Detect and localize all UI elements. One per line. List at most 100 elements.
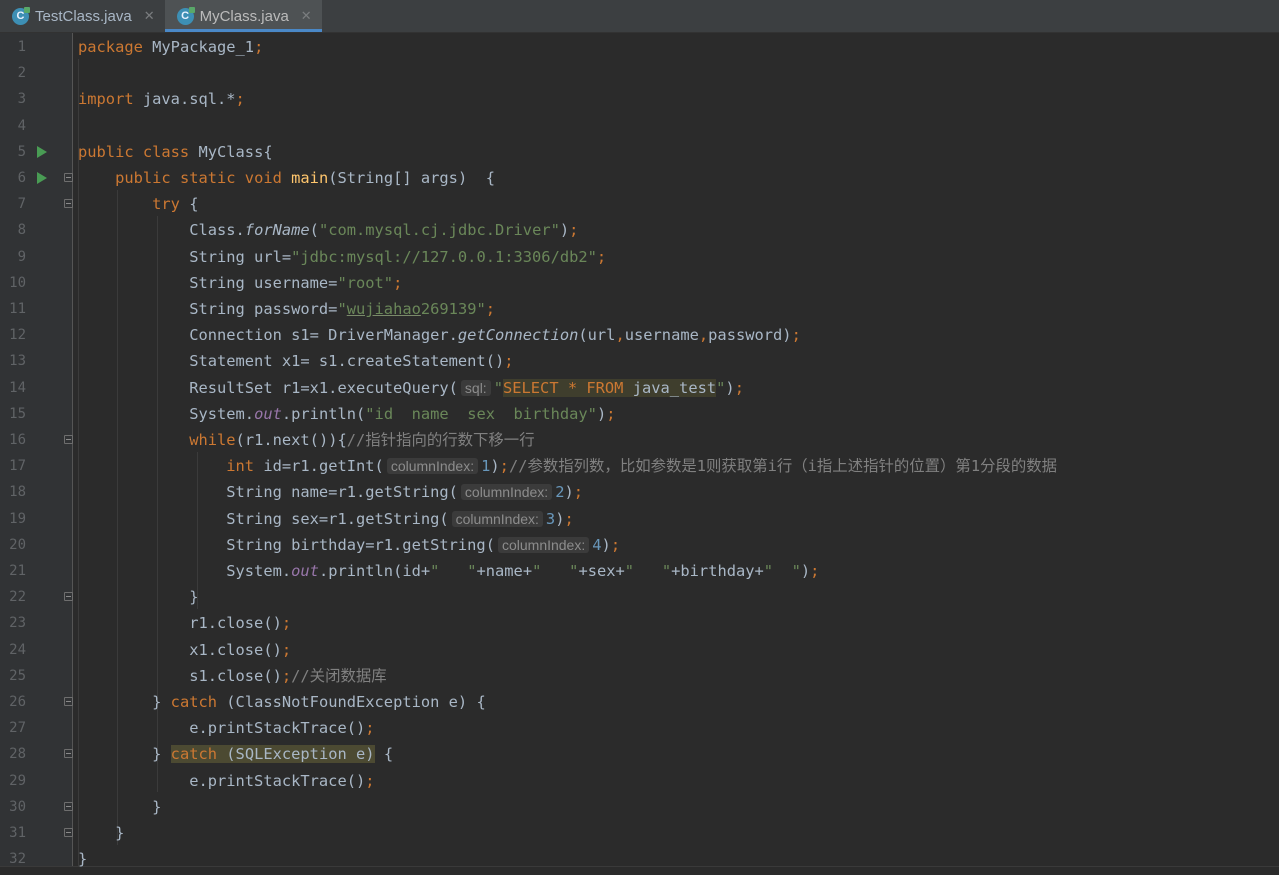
code-line: 26 } catch (ClassNotFoundException e) { <box>0 689 1279 715</box>
code-token: " " <box>532 562 579 580</box>
code-token: catch <box>170 693 227 711</box>
fold-toggle-icon[interactable] <box>64 749 73 759</box>
code-text: } catch (ClassNotFoundException e) { <box>78 689 486 715</box>
code-token: ; <box>281 640 292 659</box>
code-token: } <box>78 850 88 869</box>
code-line: 9 String url="jdbc:mysql://127.0.0.1:330… <box>0 244 1279 270</box>
code-text: while(r1.next()){//指针指向的行数下移一行 <box>78 427 534 453</box>
code-token: x1.close() <box>78 640 282 659</box>
fold-toggle-icon[interactable] <box>64 199 73 209</box>
code-line: 18 String name=r1.getString(columnIndex:… <box>0 479 1279 505</box>
code-token: java_test <box>632 378 717 397</box>
code-text: x1.close(); <box>78 637 291 663</box>
code-token: wujiahao <box>346 300 421 318</box>
code-token: .println( <box>281 404 366 423</box>
code-token: //参数指列数，比如参数是1则获取第i行（i指上述指针的位置）第1分段的数据 <box>508 457 1058 476</box>
code-token: e.printStackTrace() <box>78 719 366 738</box>
tab-myclass-java[interactable]: C MyClass.java ✕ <box>164 0 322 32</box>
line-number: 28 <box>9 746 26 763</box>
line-number: 4 <box>17 117 26 134</box>
line-number: 21 <box>9 563 26 579</box>
code-line: 4 <box>0 113 1279 139</box>
code-token: } <box>78 588 199 607</box>
code-line: 15 System.out.println("id name sex birth… <box>0 401 1279 427</box>
code-token: String birthday=r1.getString( <box>78 535 495 554</box>
code-token: (url <box>578 326 616 345</box>
code-token: ResultSet r1=x1.executeQuery( <box>78 378 458 397</box>
code-token: 1 <box>481 457 491 476</box>
run-icon[interactable] <box>37 145 47 158</box>
code-line: 6 public static void main(String[] args)… <box>0 165 1279 191</box>
fold-toggle-icon[interactable] <box>64 173 73 182</box>
fold-toggle-icon[interactable] <box>64 801 73 811</box>
tab-label: MyClass.java <box>199 7 289 25</box>
code-text: Class.forName("com.mysql.cj.jdbc.Driver"… <box>78 217 578 243</box>
code-token: } <box>78 797 162 816</box>
code-token: ; <box>485 300 496 318</box>
code-token: " <box>337 300 347 318</box>
code-token: while <box>189 431 236 449</box>
line-number: 3 <box>17 91 26 108</box>
tab-testclass-java[interactable]: C TestClass.java ✕ <box>0 0 165 32</box>
code-token: forName <box>244 221 310 240</box>
code-line: 25 s1.close();//关闭数据库 <box>0 663 1279 689</box>
code-line: 16 while(r1.next()){//指针指向的行数下移一行 <box>0 427 1279 453</box>
code-token: import <box>78 90 143 109</box>
code-text: s1.close();//关闭数据库 <box>78 663 386 689</box>
code-token: } <box>78 824 125 842</box>
code-token: ; <box>734 378 744 397</box>
code-token: s1.close() <box>78 666 282 685</box>
code-token: System. <box>78 562 292 580</box>
run-icon[interactable] <box>37 172 47 184</box>
line-number: 8 <box>17 222 26 239</box>
fold-toggle-icon[interactable] <box>64 435 73 444</box>
code-token: e.printStackTrace() <box>78 771 366 790</box>
line-number: 7 <box>17 196 26 213</box>
code-token: String password= <box>78 300 338 318</box>
code-token: ; <box>235 90 245 109</box>
code-token: try <box>152 195 190 214</box>
fold-toggle-icon[interactable] <box>64 828 73 837</box>
code-line: 19 String sex=r1.getString(columnIndex: 3… <box>0 506 1279 532</box>
code-line: 30 } <box>0 794 1279 820</box>
parameter-hint: columnIndex: <box>386 458 479 475</box>
java-class-icon: C <box>12 6 30 25</box>
line-number: 15 <box>9 405 26 422</box>
tab-label: TestClass.java <box>35 7 132 25</box>
code-line: 29 e.printStackTrace(); <box>0 768 1279 794</box>
code-token: ) <box>490 457 500 476</box>
code-text: } catch (SQLException e) { <box>78 741 393 767</box>
code-token: " " <box>430 562 477 580</box>
code-token: ; <box>596 247 607 266</box>
fold-toggle-icon[interactable] <box>64 592 73 602</box>
code-text: String birthday=r1.getString(columnIndex… <box>78 532 620 558</box>
code-token: } <box>78 693 171 711</box>
code-text: e.printStackTrace(); <box>78 715 374 741</box>
code-token: , <box>615 326 625 345</box>
code-line: 11 String password="wujiahao269139"; <box>0 296 1279 322</box>
code-token: MyClass{ <box>198 142 273 161</box>
code-token: { <box>374 745 394 764</box>
line-number: 5 <box>17 143 26 160</box>
close-icon[interactable]: ✕ <box>301 9 312 24</box>
code-line: 21 System.out.println(id+" "+name+" "+se… <box>0 558 1279 584</box>
line-number: 31 <box>9 825 26 841</box>
code-token: Connection s1= DriverManager. <box>78 326 458 345</box>
editor-tab-bar: C TestClass.java ✕ C MyClass.java ✕ <box>0 0 1279 33</box>
code-token: System. <box>78 404 255 423</box>
code-editor[interactable]: 1 package MyPackage_1; 2 3 import java.sql.*… <box>0 33 1279 875</box>
fold-toggle-icon[interactable] <box>64 697 73 706</box>
close-icon[interactable]: ✕ <box>144 9 155 24</box>
code-token: ) <box>559 221 570 240</box>
code-text: String username="root"; <box>78 270 402 296</box>
code-token: String username= <box>78 273 338 292</box>
code-token: " <box>716 378 726 397</box>
code-token: ; <box>564 509 574 528</box>
code-token: , <box>698 326 709 345</box>
line-number: 26 <box>9 694 26 710</box>
code-line: 10 String username="root"; <box>0 270 1279 296</box>
line-number: 22 <box>9 589 26 606</box>
code-line: 1 package MyPackage_1; <box>0 34 1279 60</box>
